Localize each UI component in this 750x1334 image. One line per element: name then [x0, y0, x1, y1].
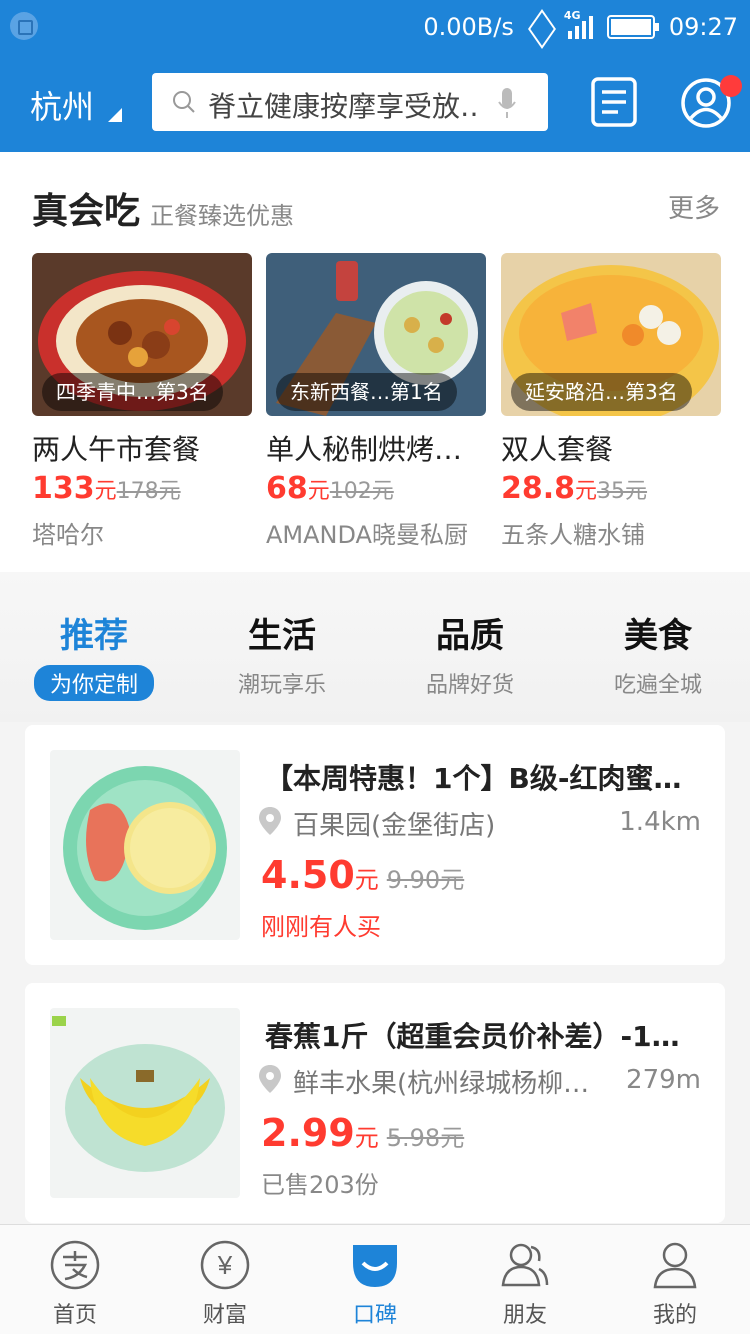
tab-subtitle: 吃遍全城: [613, 673, 702, 698]
category-tabs: 推荐 为你定制 生活 潮玩享乐 品质 品牌好货 美食 吃遍全城: [0, 572, 750, 722]
original-price: 35元: [597, 479, 648, 504]
tab-title: 推荐: [60, 616, 128, 656]
tab-title: 生活: [248, 616, 316, 656]
tab-food[interactable]: 美食 吃遍全城: [564, 608, 750, 701]
original-price: 9.90元: [386, 866, 465, 894]
bill-icon[interactable]: [590, 76, 638, 128]
shop-name: 塔哈尔: [32, 521, 104, 549]
nav-label: 朋友: [502, 1303, 547, 1328]
ranking-tag: 东新西餐…第1名: [276, 373, 457, 411]
current-price: 2.99: [261, 1111, 355, 1155]
product-image: [50, 750, 240, 940]
tab-life[interactable]: 生活 潮玩享乐: [188, 608, 376, 701]
nav-label: 口碑: [352, 1303, 397, 1328]
section-title: 真会吃: [32, 191, 141, 232]
deal-price: 28.8元35元: [501, 471, 647, 506]
ranking-tag: 四季青中…第3名: [42, 373, 223, 411]
featured-dining-section: 真会吃 正餐臻选优惠 更多 四季青中…第3名 两人午市套餐 133元178元 塔…: [0, 152, 750, 572]
signal-icon: 4G: [564, 9, 593, 39]
search-bar[interactable]: 脊立健康按摩享受放…: [152, 73, 548, 131]
purchase-note: 刚刚有人买: [261, 913, 381, 941]
nav-koubei[interactable]: 口碑: [300, 1239, 450, 1329]
search-input[interactable]: 脊立健康按摩享受放…: [208, 85, 476, 125]
status-indicators: 0.00B/s 4G 09:27: [423, 9, 738, 44]
city-selector[interactable]: 杭州: [30, 82, 94, 128]
product-title: 春蕉1斤（超重会员价补差）-16…: [265, 1020, 695, 1053]
section-subtitle: 正餐臻选优惠: [150, 202, 294, 230]
distance: 279m: [626, 1065, 701, 1095]
clock: 09:27: [668, 13, 738, 41]
deal-name: 单人秘制烘烤鸡…: [266, 433, 486, 466]
price-unit: 元: [94, 479, 117, 504]
screenshot-icon: [10, 12, 38, 40]
tab-title: 美食: [624, 616, 692, 656]
nav-home[interactable]: 首页: [0, 1239, 150, 1329]
tab-subtitle: 为你定制: [33, 665, 154, 701]
tab-quality[interactable]: 品质 品牌好货: [376, 608, 564, 701]
location-pin-icon: [259, 807, 281, 835]
deal-name: 双人套餐: [501, 433, 614, 466]
koubei-icon: [353, 1245, 397, 1287]
deal-price: 133元178元: [32, 471, 181, 506]
shop-name: 五条人糖水铺: [501, 521, 645, 549]
tab-subtitle: 品牌好货: [425, 673, 514, 698]
tab-subtitle: 潮玩享乐: [237, 673, 326, 698]
yuan-glyph: ¥: [217, 1250, 233, 1280]
original-price: 178元: [116, 479, 181, 504]
price-unit: 元: [307, 479, 330, 504]
product-card[interactable]: 春蕉1斤（超重会员价补差）-16… 鲜丰水果(杭州绿城杨柳… 279m 2.99…: [25, 983, 725, 1223]
store-name: 百果园(金堡街店): [293, 811, 496, 841]
person-icon: [653, 1242, 697, 1289]
friends-icon: [501, 1243, 549, 1287]
current-price: 68: [266, 471, 308, 506]
bottom-nav: 首页 ¥ 财富 口碑 朋友 我的: [0, 1224, 750, 1334]
current-price: 4.50: [261, 853, 355, 897]
notification-dot: [720, 75, 742, 97]
shop-name: AMANDA晓曼私厨: [266, 521, 468, 549]
price-unit: 元: [575, 479, 598, 504]
current-price: 133: [32, 471, 95, 506]
status-bar: 0.00B/s 4G 09:27: [0, 0, 750, 54]
product-price: 2.99元 5.98元: [261, 1111, 464, 1155]
store-name: 鲜丰水果(杭州绿城杨柳…: [293, 1069, 590, 1099]
nav-wealth[interactable]: ¥ 财富: [150, 1239, 300, 1329]
sold-count: 已售203份: [261, 1171, 379, 1199]
price-unit: 元: [354, 866, 379, 894]
original-price: 5.98元: [386, 1124, 465, 1152]
current-price: 28.8: [501, 471, 576, 506]
original-price: 102元: [329, 479, 394, 504]
yuan-icon: ¥: [200, 1240, 250, 1290]
battery-icon: [606, 15, 659, 39]
product-card[interactable]: 【本周特惠！1个】B级-红肉蜜… 百果园(金堡街店) 1.4km 4.50元 9.…: [25, 725, 725, 965]
mute-icon: [528, 15, 554, 39]
microphone-icon[interactable]: [498, 88, 516, 118]
deal-price: 68元102元: [266, 471, 394, 506]
price-unit: 元: [354, 1124, 379, 1152]
nav-label: 我的: [652, 1303, 697, 1328]
product-price: 4.50元 9.90元: [261, 853, 464, 897]
tab-title: 品质: [436, 616, 504, 656]
distance: 1.4km: [619, 807, 701, 837]
network-type: 4G: [563, 9, 581, 22]
search-icon: [173, 91, 195, 113]
product-image: [50, 1008, 240, 1198]
product-title: 【本周特惠！1个】B级-红肉蜜…: [265, 762, 682, 795]
alipay-icon: [50, 1240, 100, 1290]
network-speed: 0.00B/s: [423, 13, 514, 41]
ranking-tag: 延安路沿…第3名: [511, 373, 692, 411]
location-pin-icon: [259, 1065, 281, 1093]
nav-friends[interactable]: 朋友: [450, 1239, 600, 1329]
nav-label: 财富: [202, 1303, 247, 1328]
app-header: 0.00B/s 4G 09:27 杭州 脊立健康按摩享受放…: [0, 0, 750, 152]
nav-label: 首页: [52, 1303, 97, 1328]
caret-down-icon[interactable]: [108, 108, 122, 122]
more-link[interactable]: 更多: [668, 188, 720, 225]
tab-recommend[interactable]: 推荐 为你定制: [0, 608, 188, 701]
nav-mine[interactable]: 我的: [600, 1239, 750, 1329]
deal-name: 两人午市套餐: [32, 433, 201, 466]
